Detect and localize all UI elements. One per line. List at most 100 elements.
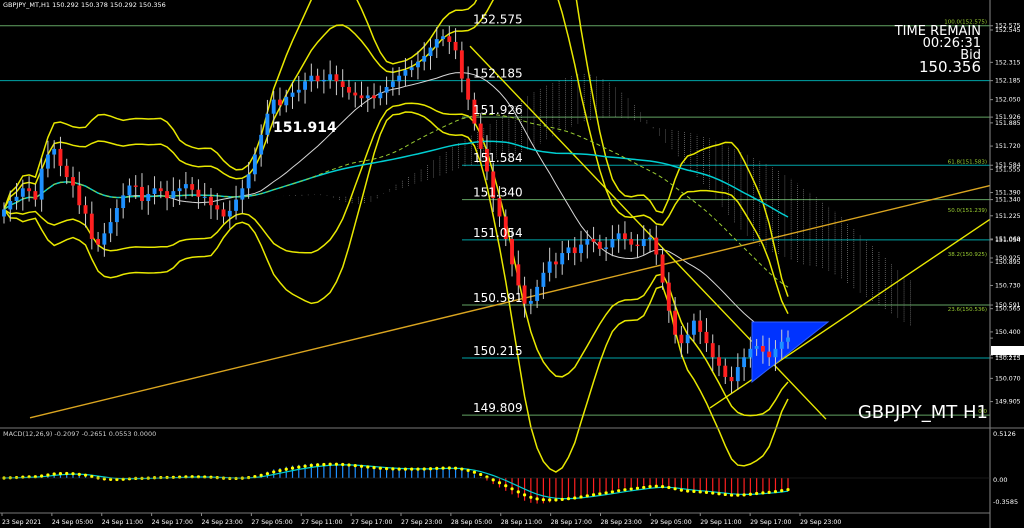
time-tick-label: 28 Sep 17:00 — [551, 519, 592, 526]
price-tick-label: 151.340 — [995, 197, 1021, 204]
macd-dot — [723, 492, 727, 497]
candle-bull — [52, 148, 57, 155]
price-chart[interactable]: 152.575 152.185 151.926 151.584 151.340 151.0… — [0, 0, 1024, 528]
macd-dot — [403, 467, 408, 471]
symbol-watermark: GBPJPY_MT H1 — [858, 402, 988, 423]
candle-bull — [265, 113, 270, 135]
price-level-label: 151.340 — [473, 186, 523, 200]
macd-dot — [328, 462, 332, 466]
macd-dot — [228, 476, 232, 481]
macd-dot — [453, 466, 458, 470]
macd-dot — [591, 493, 596, 497]
candle-bull — [246, 174, 251, 189]
candle-bear — [96, 239, 101, 245]
macd-dot — [234, 476, 238, 481]
fibo-level-label: 61.8(151.583) — [948, 159, 987, 165]
macd-dot — [585, 494, 589, 498]
highlight-price-label: 151.914 — [273, 120, 337, 136]
macd-dot — [391, 467, 395, 471]
candle-bull — [146, 193, 151, 201]
macd-scale-bottom: -0.3585 — [993, 498, 1018, 506]
macd-dot — [209, 475, 213, 479]
price-tick-label: 150.895 — [995, 259, 1021, 266]
macd-dot — [297, 465, 301, 469]
macd-dot — [642, 485, 646, 490]
macd-dot — [648, 485, 652, 489]
time-tick-label: 29 Sep 17:00 — [750, 519, 791, 526]
macd-dot — [272, 470, 276, 474]
macd-dot — [617, 489, 621, 493]
price-level-label: 149.809 — [473, 401, 523, 415]
macd-dot — [14, 475, 19, 480]
candle-bull — [585, 239, 590, 245]
time-tick-label: 23 Sep 2021 — [2, 519, 41, 526]
current-price-tag — [991, 346, 1024, 355]
macd-dot — [504, 484, 508, 488]
macd-dot — [786, 488, 790, 492]
candle-bear — [553, 261, 558, 265]
candle-bull — [240, 188, 245, 200]
candle-bear — [221, 209, 226, 217]
macd-dot — [65, 471, 69, 476]
bid-value: 150.356 — [919, 58, 981, 76]
macd-scale-zero: 0.00 — [993, 476, 1007, 484]
fibo-level-label: 50.0(151.239) — [948, 208, 987, 214]
price-tick-label: 151.390 — [995, 190, 1021, 197]
macd-dot — [560, 497, 564, 502]
candle-bull — [648, 237, 652, 240]
time-tick-label: 28 Sep 05:00 — [451, 519, 492, 526]
time-tick-label: 28 Sep 11:00 — [501, 519, 542, 526]
candle-bull — [779, 341, 784, 349]
price-tick-label: 150.565 — [995, 306, 1021, 313]
macd-dot — [77, 472, 81, 476]
macd-dot — [372, 466, 376, 470]
macd-dot — [604, 491, 608, 495]
price-tick-label: 152.185 — [995, 78, 1021, 85]
time-tick-label: 24 Sep 11:00 — [102, 519, 143, 526]
macd-dot — [140, 476, 144, 480]
price-tick-label: 150.215 — [995, 355, 1021, 362]
candle-bull — [773, 348, 778, 358]
candle-bear — [347, 86, 351, 93]
macd-dot — [83, 473, 88, 477]
candle-bear — [353, 92, 358, 96]
candle-bull — [547, 261, 552, 273]
macd-dot — [165, 475, 169, 480]
macd-dot — [711, 491, 715, 495]
candle-bear — [704, 331, 709, 344]
macd-dot — [40, 474, 44, 478]
candle-bear — [729, 376, 734, 382]
candle-bear — [89, 213, 94, 240]
candle-bear — [158, 188, 163, 192]
candle-bear — [33, 191, 38, 200]
time-tick-label: 27 Sep 23:00 — [401, 519, 442, 526]
price-tick-label: 151.225 — [995, 213, 1021, 220]
macd-dot — [284, 467, 288, 471]
macd-dot — [598, 492, 602, 496]
price-tick-label: 151.555 — [995, 166, 1021, 173]
time-tick-label: 24 Sep 23:00 — [202, 519, 243, 526]
macd-dot — [635, 486, 640, 490]
macd-dot — [378, 466, 382, 470]
macd-dot — [259, 473, 263, 477]
candle-bull — [541, 272, 546, 287]
candle-bull — [441, 36, 445, 40]
macd-dot — [767, 490, 771, 494]
price-level-label: 150.215 — [473, 344, 523, 358]
macd-dot — [353, 464, 357, 468]
candle-bear — [359, 95, 364, 99]
candle-bull — [566, 247, 571, 254]
candle-bull — [183, 184, 188, 189]
macd-dot — [729, 493, 734, 497]
candle-bear — [698, 320, 703, 332]
macd-dot — [610, 490, 614, 494]
macd-scale-top: 0.5126 — [993, 430, 1016, 438]
macd-dot — [366, 465, 370, 469]
candle-bull — [152, 188, 157, 194]
price-level-label: 151.054 — [473, 226, 523, 240]
price-tick-label: 150.070 — [995, 375, 1021, 382]
candle-bear — [215, 205, 220, 210]
macd-dot — [516, 490, 520, 494]
candle-bear — [64, 165, 69, 178]
candle-bear — [478, 123, 483, 149]
